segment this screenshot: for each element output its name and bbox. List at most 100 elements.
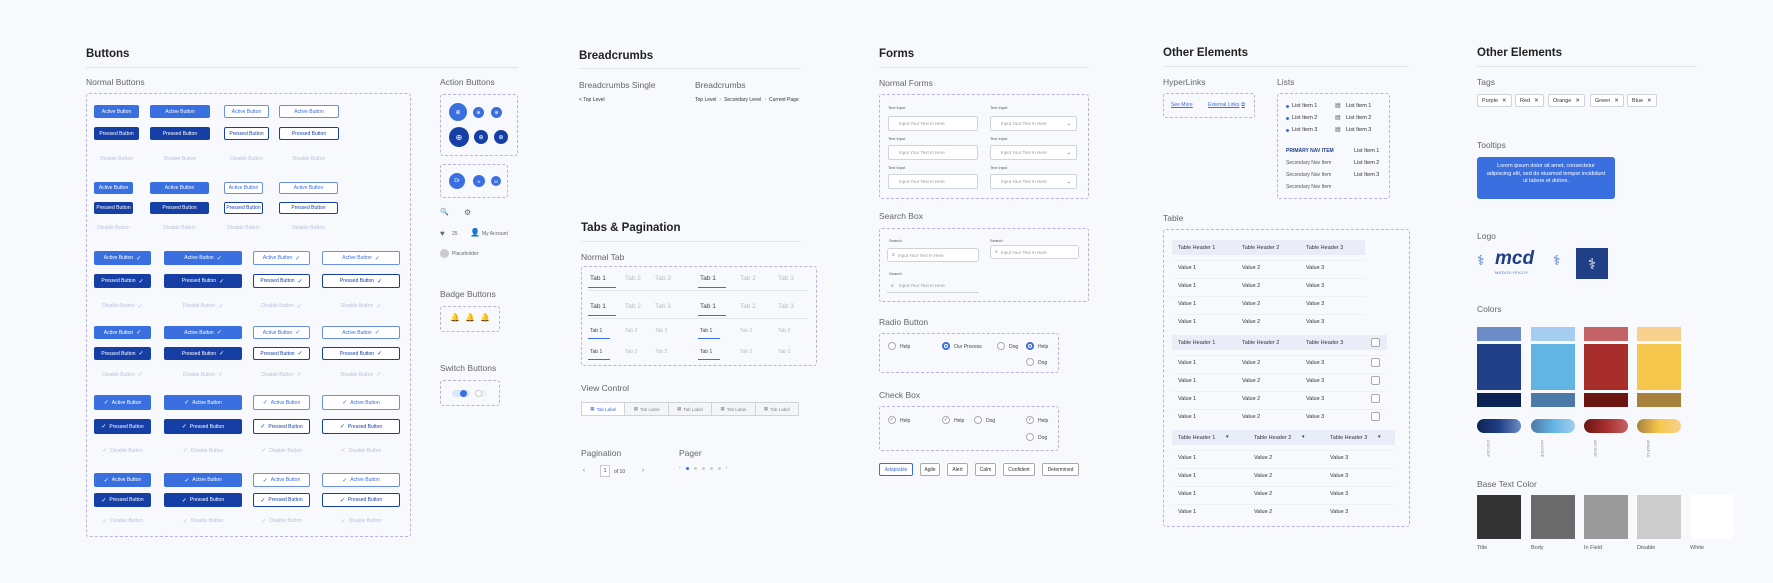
tab-item[interactable]: Tab 3 (655, 349, 667, 355)
tab-item[interactable]: Tab 1 (700, 328, 712, 334)
checkbox[interactable] (1371, 358, 1380, 367)
add-action-button-small[interactable]: ⊕ (491, 107, 502, 118)
active-button[interactable]: Active Button (279, 105, 339, 118)
tab-item[interactable]: Tab 2 (740, 303, 756, 310)
pressed-button[interactable]: ✓ Pressed Button (94, 419, 151, 434)
pressed-button[interactable]: Pressed Button ✓ (164, 347, 242, 360)
tab-item[interactable]: Tab 2 (740, 349, 752, 355)
chip[interactable]: Agile (920, 463, 940, 476)
table-header-cell[interactable]: Table Header 2 (1242, 340, 1279, 346)
active-button[interactable]: Active Button ✓ (253, 251, 310, 265)
pager-dot[interactable] (709, 466, 713, 470)
active-button[interactable]: ✓ Active Button (253, 473, 310, 487)
tab-item[interactable]: Tab 1 (700, 349, 712, 355)
select-input[interactable]: Input Your Text In Here ⌄ (990, 145, 1077, 160)
page-input[interactable]: 1 (600, 465, 610, 477)
active-button[interactable]: Active Button ✓ (94, 251, 151, 265)
tab-item[interactable]: Tab 3 (655, 303, 671, 310)
add-action-button-pressed[interactable]: ⊕ (449, 127, 469, 147)
avatar[interactable]: Dr (449, 173, 465, 189)
active-button[interactable]: ✓ Active Button (164, 473, 242, 487)
chip[interactable]: Alert (947, 463, 968, 476)
pressed-button[interactable]: Pressed Button ✓ (322, 274, 400, 288)
secondary-nav-item[interactable]: Secondary Nav Item (1286, 172, 1331, 178)
tab-item[interactable]: Tab 1 (590, 303, 606, 310)
checkbox[interactable] (1371, 394, 1380, 403)
checkbox[interactable]: ✓ (942, 416, 950, 424)
add-action-button-pressed[interactable]: ⊕ (474, 130, 488, 144)
pressed-button[interactable]: Pressed Button (150, 127, 210, 140)
pressed-button[interactable]: Pressed Button (150, 202, 209, 214)
pressed-button[interactable]: ✓ Pressed Button (322, 493, 400, 507)
table-header-cell[interactable]: Table Header 2 (1242, 245, 1279, 251)
tab-item[interactable]: Tab 2 (625, 349, 637, 355)
close-icon[interactable]: ✕ (1614, 98, 1619, 104)
sort-icon[interactable]: ▾ (1302, 434, 1305, 440)
toggle-switch-on[interactable] (452, 390, 470, 397)
tab-item[interactable]: Tab 1 (590, 275, 606, 282)
add-action-button-small[interactable]: ⊕ (473, 107, 484, 118)
sort-icon[interactable]: ▾ (1226, 434, 1229, 440)
view-control-item[interactable]: ▦ Tab Label (669, 403, 713, 415)
tab-item[interactable]: Tab 3 (778, 303, 794, 310)
chip[interactable]: Confident (1003, 463, 1035, 476)
pressed-button[interactable]: Pressed Button (94, 127, 139, 140)
active-button[interactable]: ✓ Active Button (253, 395, 310, 410)
search-input[interactable]: ⌕ Input Your Text In Here (990, 245, 1079, 259)
table-header-cell[interactable]: Table Header 1 (1178, 245, 1215, 251)
pressed-button[interactable]: Pressed Button ✓ (164, 274, 242, 288)
active-button[interactable]: Active Button (94, 105, 139, 118)
checkbox[interactable] (1371, 376, 1380, 385)
pressed-button[interactable]: Pressed Button ✓ (94, 347, 151, 360)
search-icon[interactable]: 🔍 (440, 208, 449, 216)
pressed-button[interactable]: Pressed Button (224, 127, 269, 140)
pager-prev-icon[interactable]: ‹ (679, 465, 681, 471)
see-more-link[interactable]: See More (1171, 102, 1193, 108)
active-button[interactable]: Active Button ✓ (322, 251, 400, 265)
tab-item[interactable]: Tab 2 (740, 275, 756, 282)
text-input[interactable]: Input Your Text In Here (888, 174, 978, 189)
active-button[interactable]: Active Button (94, 182, 133, 194)
avatar[interactable]: N (473, 175, 485, 187)
prev-page-icon[interactable]: ‹ (583, 468, 585, 474)
add-action-button-pressed[interactable]: ⊕ (494, 130, 508, 144)
active-button[interactable]: Active Button ✓ (164, 251, 242, 265)
tab-item[interactable]: Tab 2 (625, 328, 637, 334)
secondary-nav-item[interactable]: Secondary Nav Item (1286, 184, 1331, 190)
table-header-cell[interactable]: Table Header 1 (1178, 340, 1215, 346)
pressed-button[interactable]: Pressed Button ✓ (322, 347, 400, 360)
tab-item[interactable]: Tab 1 (590, 349, 602, 355)
active-button[interactable]: Active Button ✓ (253, 326, 310, 339)
toggle-switch-off[interactable] (475, 390, 487, 397)
pressed-button[interactable]: Pressed Button ✓ (253, 274, 310, 288)
active-button[interactable]: Active Button (150, 105, 210, 118)
tab-item[interactable]: Tab 3 (778, 328, 790, 334)
active-button[interactable]: Active Button ✓ (164, 326, 242, 339)
table-header-cell[interactable]: Table Header 3 (1306, 245, 1343, 251)
checkbox[interactable] (1371, 338, 1380, 347)
active-button[interactable]: Active Button ✓ (94, 326, 151, 339)
tab-item[interactable]: Tab 2 (625, 303, 641, 310)
tab-item[interactable]: Tab 1 (590, 328, 602, 334)
close-icon[interactable]: ✕ (1575, 98, 1580, 104)
tab-item[interactable]: Tab 1 (700, 275, 716, 282)
radio-button[interactable] (888, 342, 896, 350)
pressed-button[interactable]: Pressed Button ✓ (253, 347, 310, 360)
view-control-item[interactable]: ▦ Tab Label (712, 403, 756, 415)
select-input[interactable]: Input Your Text In Here ⌄ (990, 174, 1077, 189)
close-icon[interactable]: ✕ (1502, 98, 1507, 104)
radio-button[interactable] (1026, 358, 1034, 366)
heart-icon[interactable]: ♥ (440, 229, 445, 238)
breadcrumb-single[interactable]: < Top Level (579, 97, 605, 103)
table-header-cell[interactable]: Table Header 1 (1178, 435, 1215, 441)
add-action-button[interactable]: ⊕ (449, 103, 467, 121)
active-button[interactable]: ✓ Active Button (322, 395, 400, 410)
radio-button-selected[interactable] (942, 342, 950, 350)
chip[interactable]: Determined (1042, 463, 1079, 476)
checkbox[interactable]: ✓ (1026, 416, 1034, 424)
tab-item[interactable]: Tab 3 (655, 275, 671, 282)
pressed-button[interactable]: ✓ Pressed Button (322, 419, 400, 434)
tab-item[interactable]: Tab 3 (655, 328, 667, 334)
active-button[interactable]: ✓ Active Button (164, 395, 242, 410)
table-header-cell[interactable]: Table Header 3 (1306, 340, 1343, 346)
